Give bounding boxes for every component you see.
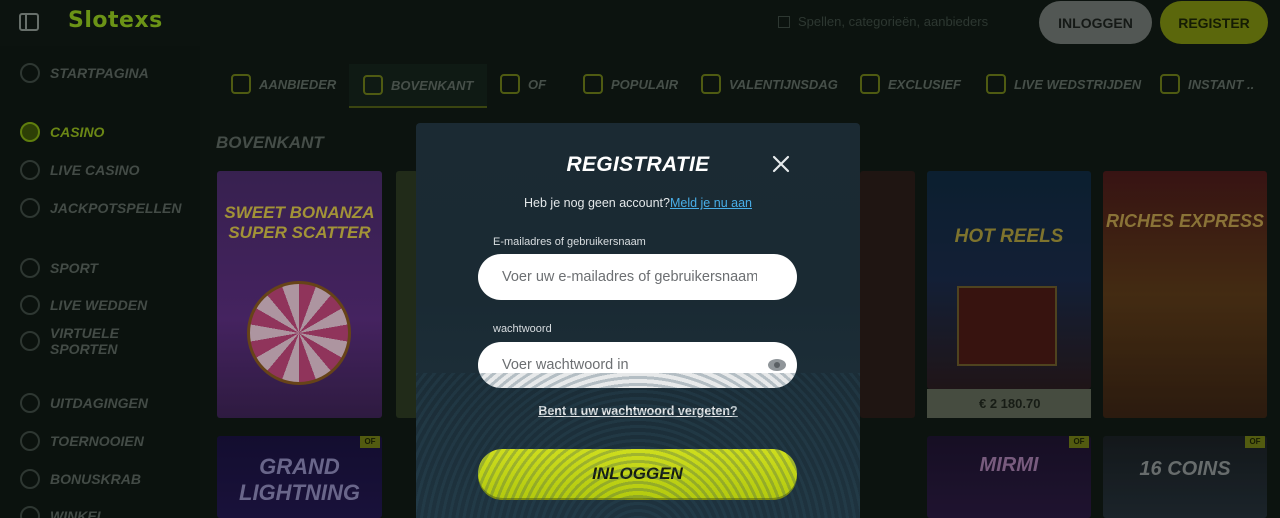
email-field[interactable] bbox=[478, 254, 797, 300]
login-submit-button[interactable]: INLOGGEN bbox=[478, 449, 797, 498]
forgot-password-link[interactable]: Bent u uw wachtwoord vergeten? bbox=[416, 404, 860, 418]
signup-prompt: Heb je nog geen account?Meld je nu aan bbox=[416, 196, 860, 210]
eye-icon[interactable] bbox=[767, 358, 787, 372]
password-field[interactable] bbox=[478, 342, 797, 388]
signup-link[interactable]: Meld je nu aan bbox=[670, 196, 752, 210]
registration-modal: REGISTRATIE Heb je nog geen account?Meld… bbox=[416, 123, 860, 518]
email-label: E-mailadres of gebruikersnaam bbox=[493, 236, 646, 248]
page: Slotexs Spellen, categorieën, aanbieders… bbox=[0, 0, 1280, 518]
signup-prompt-text: Heb je nog geen account? bbox=[524, 196, 670, 210]
password-label: wachtwoord bbox=[493, 323, 552, 335]
close-icon[interactable] bbox=[772, 155, 790, 173]
modal-title: REGISTRATIE bbox=[566, 153, 710, 176]
